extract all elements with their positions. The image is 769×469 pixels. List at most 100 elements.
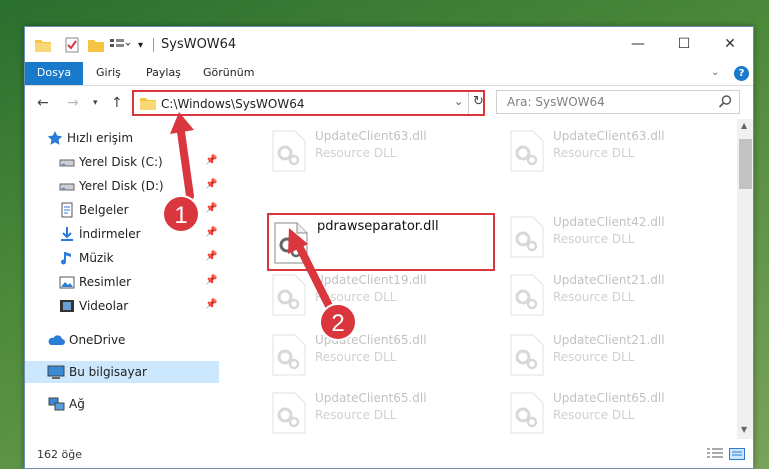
file-name: UpdateClient65.dll — [553, 391, 665, 405]
sidebar-item-label: Belgeler — [79, 203, 129, 217]
dll-file-icon — [509, 333, 545, 377]
address-path[interactable]: C:\Windows\SysWOW64 — [161, 97, 305, 111]
sidebar-item-label: Yerel Disk (C:) — [79, 155, 163, 169]
tab-home[interactable]: Giriş — [86, 62, 131, 85]
file-type: Resource DLL — [315, 408, 397, 422]
view-options-icon[interactable] — [110, 36, 132, 54]
sidebar-item-this-pc[interactable]: Bu bilgisayar — [25, 361, 219, 383]
sidebar-item-pictures[interactable]: Resimler 📌 — [25, 271, 219, 293]
list-item[interactable]: UpdateClient42.dll Resource DLL — [505, 211, 733, 269]
file-name: UpdateClient65.dll — [315, 391, 427, 405]
sidebar-item-music[interactable]: Müzik 📌 — [25, 247, 219, 269]
sidebar-item-quick-access[interactable]: Hızlı erişim — [25, 127, 219, 149]
search-input[interactable]: Ara: SysWOW64 — [507, 95, 605, 109]
title-bar: ▾ SysWOW64 — ☐ ✕ — [25, 27, 753, 62]
highlighted-file[interactable]: pdrawseparator.dll — [267, 213, 495, 271]
scroll-up-icon[interactable]: ▲ — [741, 121, 747, 130]
dll-file-icon — [509, 129, 545, 173]
file-name: UpdateClient63.dll — [315, 129, 427, 143]
tab-share[interactable]: Paylaş — [136, 62, 191, 85]
address-bar[interactable]: C:\Windows\SysWOW64 ⌄ ↻ — [132, 90, 485, 116]
list-item[interactable]: UpdateClient21.dll Resource DLL — [505, 269, 733, 327]
pin-icon[interactable]: 📌 — [205, 155, 217, 166]
expand-ribbon-icon[interactable]: ⌄ — [711, 67, 719, 78]
maximize-button[interactable]: ☐ — [661, 27, 707, 61]
file-type: Resource DLL — [315, 350, 397, 364]
folder-icon — [140, 97, 156, 113]
large-icons-view-icon[interactable] — [729, 448, 745, 463]
scrollbar-thumb[interactable] — [739, 139, 752, 189]
tab-view[interactable]: Görünüm — [193, 62, 264, 85]
tab-file[interactable]: Dosya — [25, 62, 83, 85]
file-type: Resource DLL — [553, 232, 635, 246]
status-bar: 162 öğe — [25, 439, 753, 468]
drive-icon — [59, 154, 75, 170]
sidebar-item-local-disk-d[interactable]: Yerel Disk (D:) 📌 — [25, 175, 219, 197]
sidebar-item-network[interactable]: Ağ — [25, 393, 219, 415]
pin-icon[interactable]: 📌 — [205, 275, 217, 286]
explorer-window: ▾ SysWOW64 — ☐ ✕ Dosya Giriş Paylaş Görü… — [24, 26, 754, 469]
pin-icon[interactable]: 📌 — [205, 299, 217, 310]
sidebar-item-label: OneDrive — [69, 333, 126, 347]
sidebar-item-videos[interactable]: Videolar 📌 — [25, 295, 219, 317]
music-icon — [59, 250, 75, 266]
refresh-icon[interactable]: ↻ — [473, 94, 484, 109]
file-type: Resource DLL — [553, 146, 635, 160]
star-icon — [47, 130, 63, 146]
list-item[interactable]: UpdateClient65.dll Resource DLL — [267, 387, 495, 445]
file-name: UpdateClient19.dll — [315, 273, 427, 287]
pin-icon[interactable]: 📌 — [205, 203, 217, 214]
divider — [153, 38, 154, 52]
file-type: Resource DLL — [315, 290, 397, 304]
network-icon — [47, 396, 65, 412]
sidebar-item-label: Hızlı erişim — [67, 131, 134, 145]
dll-file-icon — [271, 333, 307, 377]
scroll-down-icon[interactable]: ▼ — [741, 425, 747, 434]
list-item[interactable]: UpdateClient65.dll Resource DLL — [505, 387, 733, 445]
recent-locations-icon[interactable]: ▾ — [93, 98, 98, 108]
navigation-pane: Hızlı erişim Yerel Disk (C:) 📌 Yerel Dis… — [25, 119, 219, 439]
address-row: ← → ▾ ↑ C:\Windows\SysWOW64 ⌄ ↻ Ara: Sys… — [25, 87, 753, 119]
list-item[interactable]: UpdateClient63.dll Resource DLL — [267, 125, 495, 183]
help-icon[interactable]: ? — [734, 66, 749, 81]
pictures-icon — [59, 274, 75, 290]
list-item[interactable]: UpdateClient21.dll Resource DLL — [505, 329, 733, 387]
new-folder-icon[interactable] — [88, 36, 104, 54]
sidebar-item-onedrive[interactable]: OneDrive — [25, 329, 219, 351]
sidebar-item-label: İndirmeler — [79, 227, 141, 241]
file-name: UpdateClient21.dll — [553, 273, 665, 287]
ribbon-tabs: Dosya Giriş Paylaş Görünüm ⌄ ? — [25, 62, 753, 86]
pin-icon[interactable]: 📌 — [205, 251, 217, 262]
minimize-button[interactable]: — — [615, 27, 661, 61]
forward-arrow-icon[interactable]: → — [67, 95, 79, 111]
chevron-down-icon[interactable]: ⌄ — [454, 95, 463, 108]
list-item[interactable]: UpdateClient65.dll Resource DLL — [267, 329, 495, 387]
window-title: SysWOW64 — [161, 37, 237, 52]
dll-file-icon — [509, 391, 545, 435]
pin-icon[interactable]: 📌 — [205, 227, 217, 238]
step-badge-1: 1 — [162, 195, 200, 233]
file-type: Resource DLL — [553, 408, 635, 422]
file-list: UpdateClient63.dll Resource DLL UpdateCl… — [223, 119, 735, 439]
up-arrow-icon[interactable]: ↑ — [111, 95, 123, 111]
details-view-icon[interactable] — [707, 448, 723, 463]
list-item[interactable]: UpdateClient63.dll Resource DLL — [505, 125, 733, 183]
back-arrow-icon[interactable]: ← — [37, 95, 49, 111]
vertical-scrollbar[interactable]: ▲ ▼ — [737, 119, 753, 439]
documents-icon — [59, 202, 75, 218]
close-button[interactable]: ✕ — [707, 27, 753, 61]
sidebar-item-label: Bu bilgisayar — [69, 365, 147, 379]
search-box[interactable]: Ara: SysWOW64 — [496, 90, 740, 114]
item-count: 162 öğe — [37, 448, 82, 461]
properties-icon[interactable] — [65, 36, 83, 54]
sidebar-item-local-disk-c[interactable]: Yerel Disk (C:) 📌 — [25, 151, 219, 173]
list-item[interactable]: UpdateClient19.dll Resource DLL — [267, 269, 495, 327]
step-badge-2: 2 — [319, 303, 357, 341]
chevron-down-icon[interactable]: ▾ — [138, 36, 148, 54]
pin-icon[interactable]: 📌 — [205, 179, 217, 190]
folder-icon[interactable] — [35, 36, 51, 54]
file-name: UpdateClient21.dll — [553, 333, 665, 347]
search-icon[interactable] — [718, 95, 732, 111]
sidebar-item-label: Videolar — [79, 299, 129, 313]
file-name: UpdateClient42.dll — [553, 215, 665, 229]
